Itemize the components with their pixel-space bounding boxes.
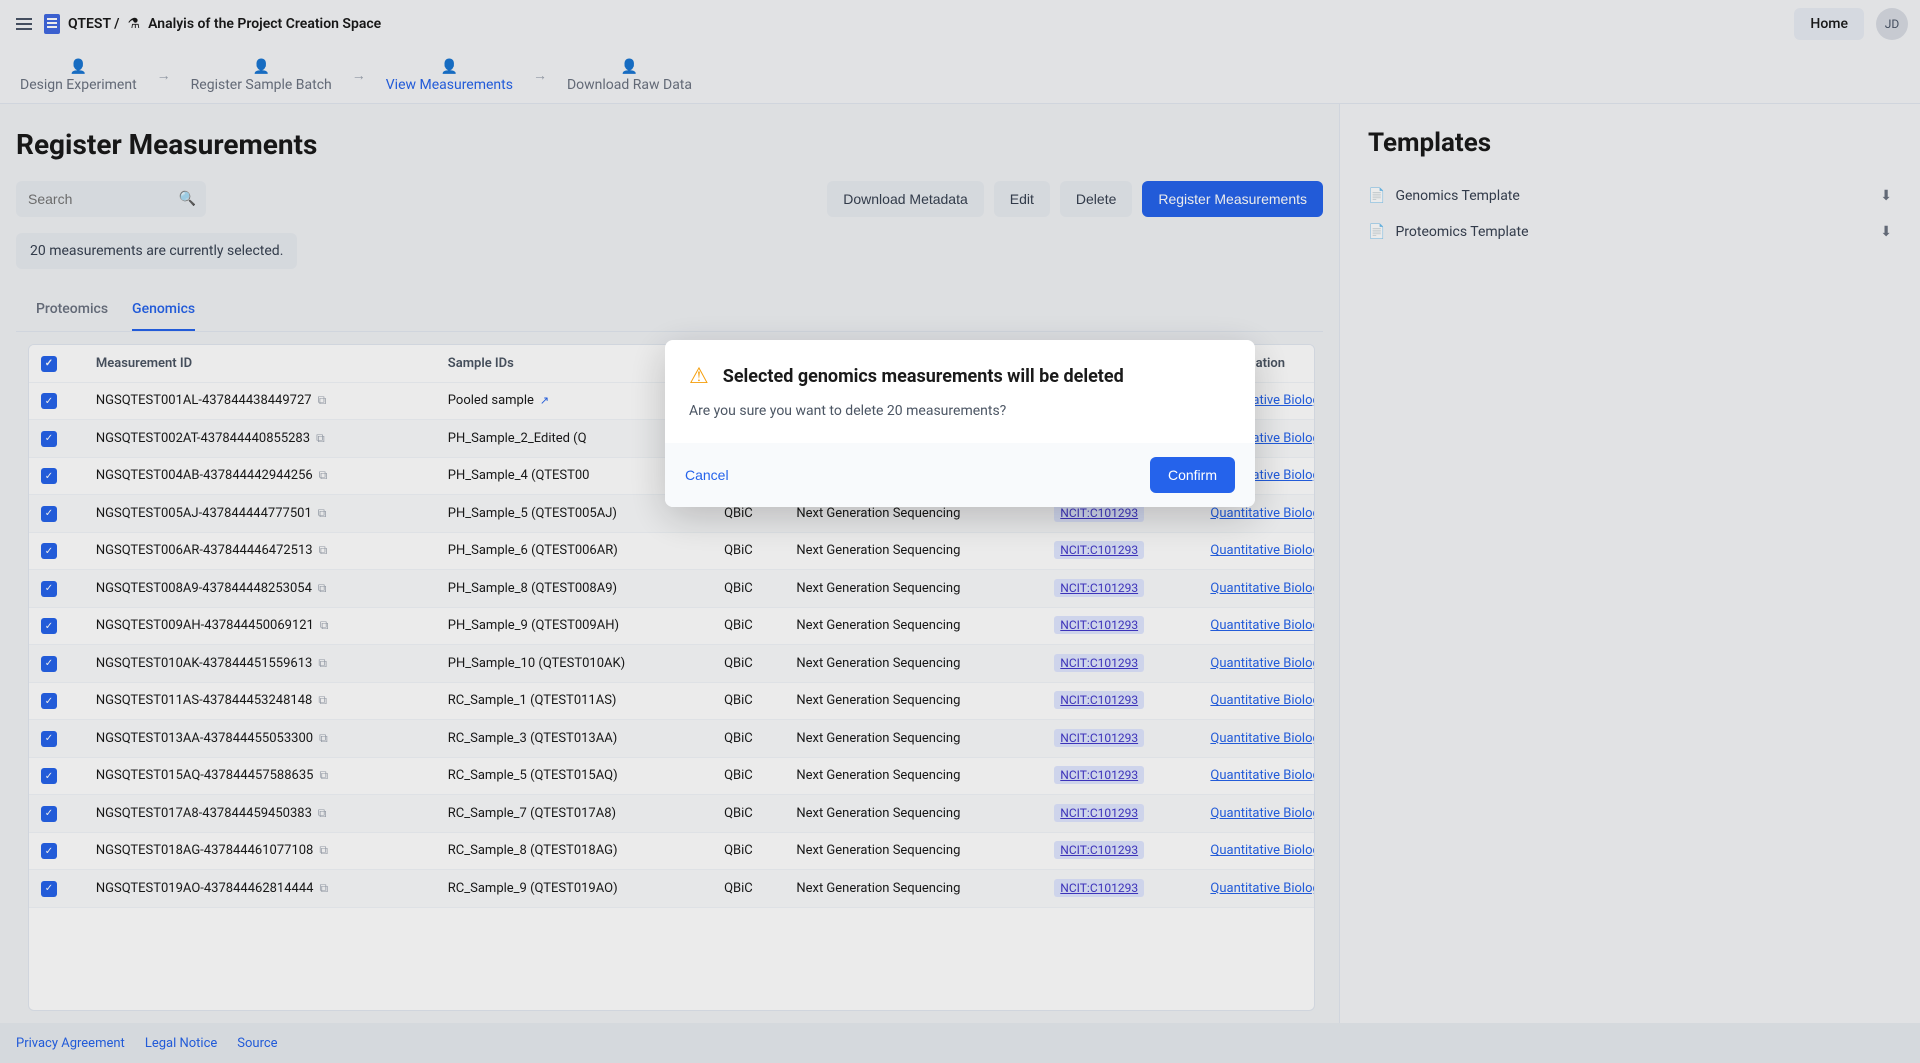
warning-icon: ⚠ xyxy=(689,364,709,389)
confirm-button[interactable]: Confirm xyxy=(1150,457,1235,493)
modal-title: Selected genomics measurements will be d… xyxy=(723,366,1124,387)
modal-overlay[interactable]: ⚠ Selected genomics measurements will be… xyxy=(0,0,1920,1063)
cancel-button[interactable]: Cancel xyxy=(685,467,729,483)
delete-confirm-modal: ⚠ Selected genomics measurements will be… xyxy=(665,340,1255,507)
modal-text: Are you sure you want to delete 20 measu… xyxy=(689,403,1231,419)
